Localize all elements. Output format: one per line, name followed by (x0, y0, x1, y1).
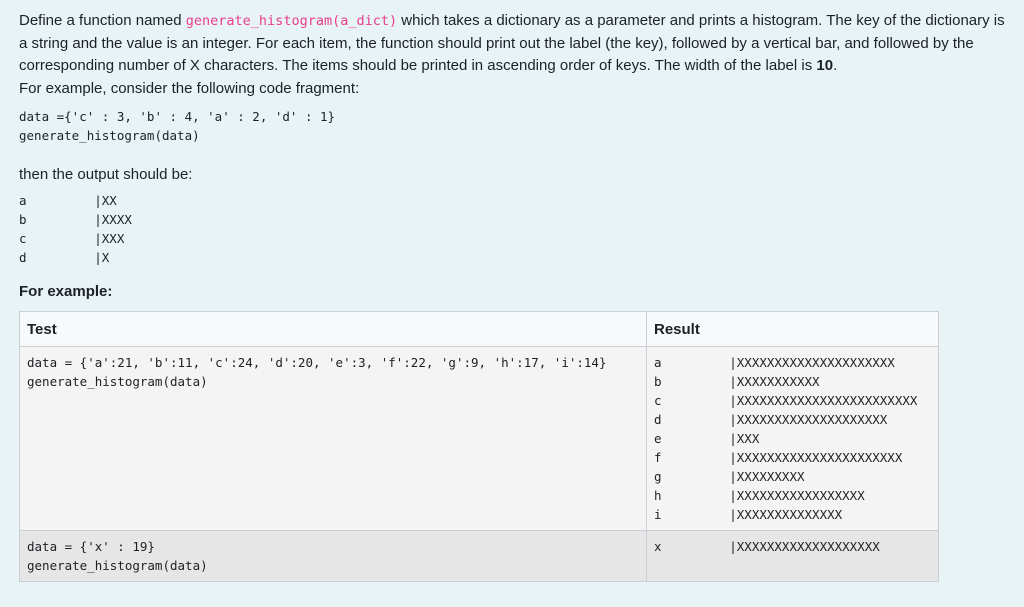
expected-output: a |XX b |XXXX c |XXX d |X (19, 193, 132, 265)
table-row: data = {'a':21, 'b':11, 'c':24, 'd':20, … (19, 346, 939, 531)
test-cell: data = {'x' : 19} generate_histogram(dat… (19, 530, 647, 582)
header-test: Test (19, 311, 647, 347)
question-content: Define a function named generate_histogr… (0, 0, 1009, 582)
test-code: data = {'x' : 19} generate_histogram(dat… (27, 539, 208, 573)
then-text: then the output should be: (19, 166, 193, 183)
test-code: data = {'a':21, 'b':11, 'c':24, 'd':20, … (27, 355, 607, 389)
table-header-row: Test Result (19, 311, 939, 347)
header-result: Result (646, 311, 939, 347)
description-text-before: Define a function named (19, 12, 186, 29)
label-width-value: 10 (816, 57, 834, 74)
result-cell: a |XXXXXXXXXXXXXXXXXXXXX b |XXXXXXXXXXX … (646, 346, 939, 531)
result-output: a |XXXXXXXXXXXXXXXXXXXXX b |XXXXXXXXXXX … (654, 355, 918, 522)
examples-heading: For example: (19, 283, 113, 300)
code-fragment: data ={'c' : 3, 'b' : 4, 'a' : 2, 'd' : … (19, 109, 336, 143)
result-cell: x |XXXXXXXXXXXXXXXXXXX (646, 530, 939, 582)
result-output: x |XXXXXXXXXXXXXXXXXXX (654, 539, 880, 554)
example-intro: For example, consider the following code… (19, 79, 360, 97)
examples-table: Test Result data = {'a':21, 'b':11, 'c':… (19, 311, 939, 582)
table-row: data = {'x' : 19} generate_histogram(dat… (19, 530, 939, 582)
function-name: generate_histogram(a_dict) (185, 13, 398, 29)
description-text-end: . (833, 57, 838, 74)
test-cell: data = {'a':21, 'b':11, 'c':24, 'd':20, … (19, 346, 647, 531)
question-description: Define a function named generate_histogr… (19, 10, 1009, 100)
